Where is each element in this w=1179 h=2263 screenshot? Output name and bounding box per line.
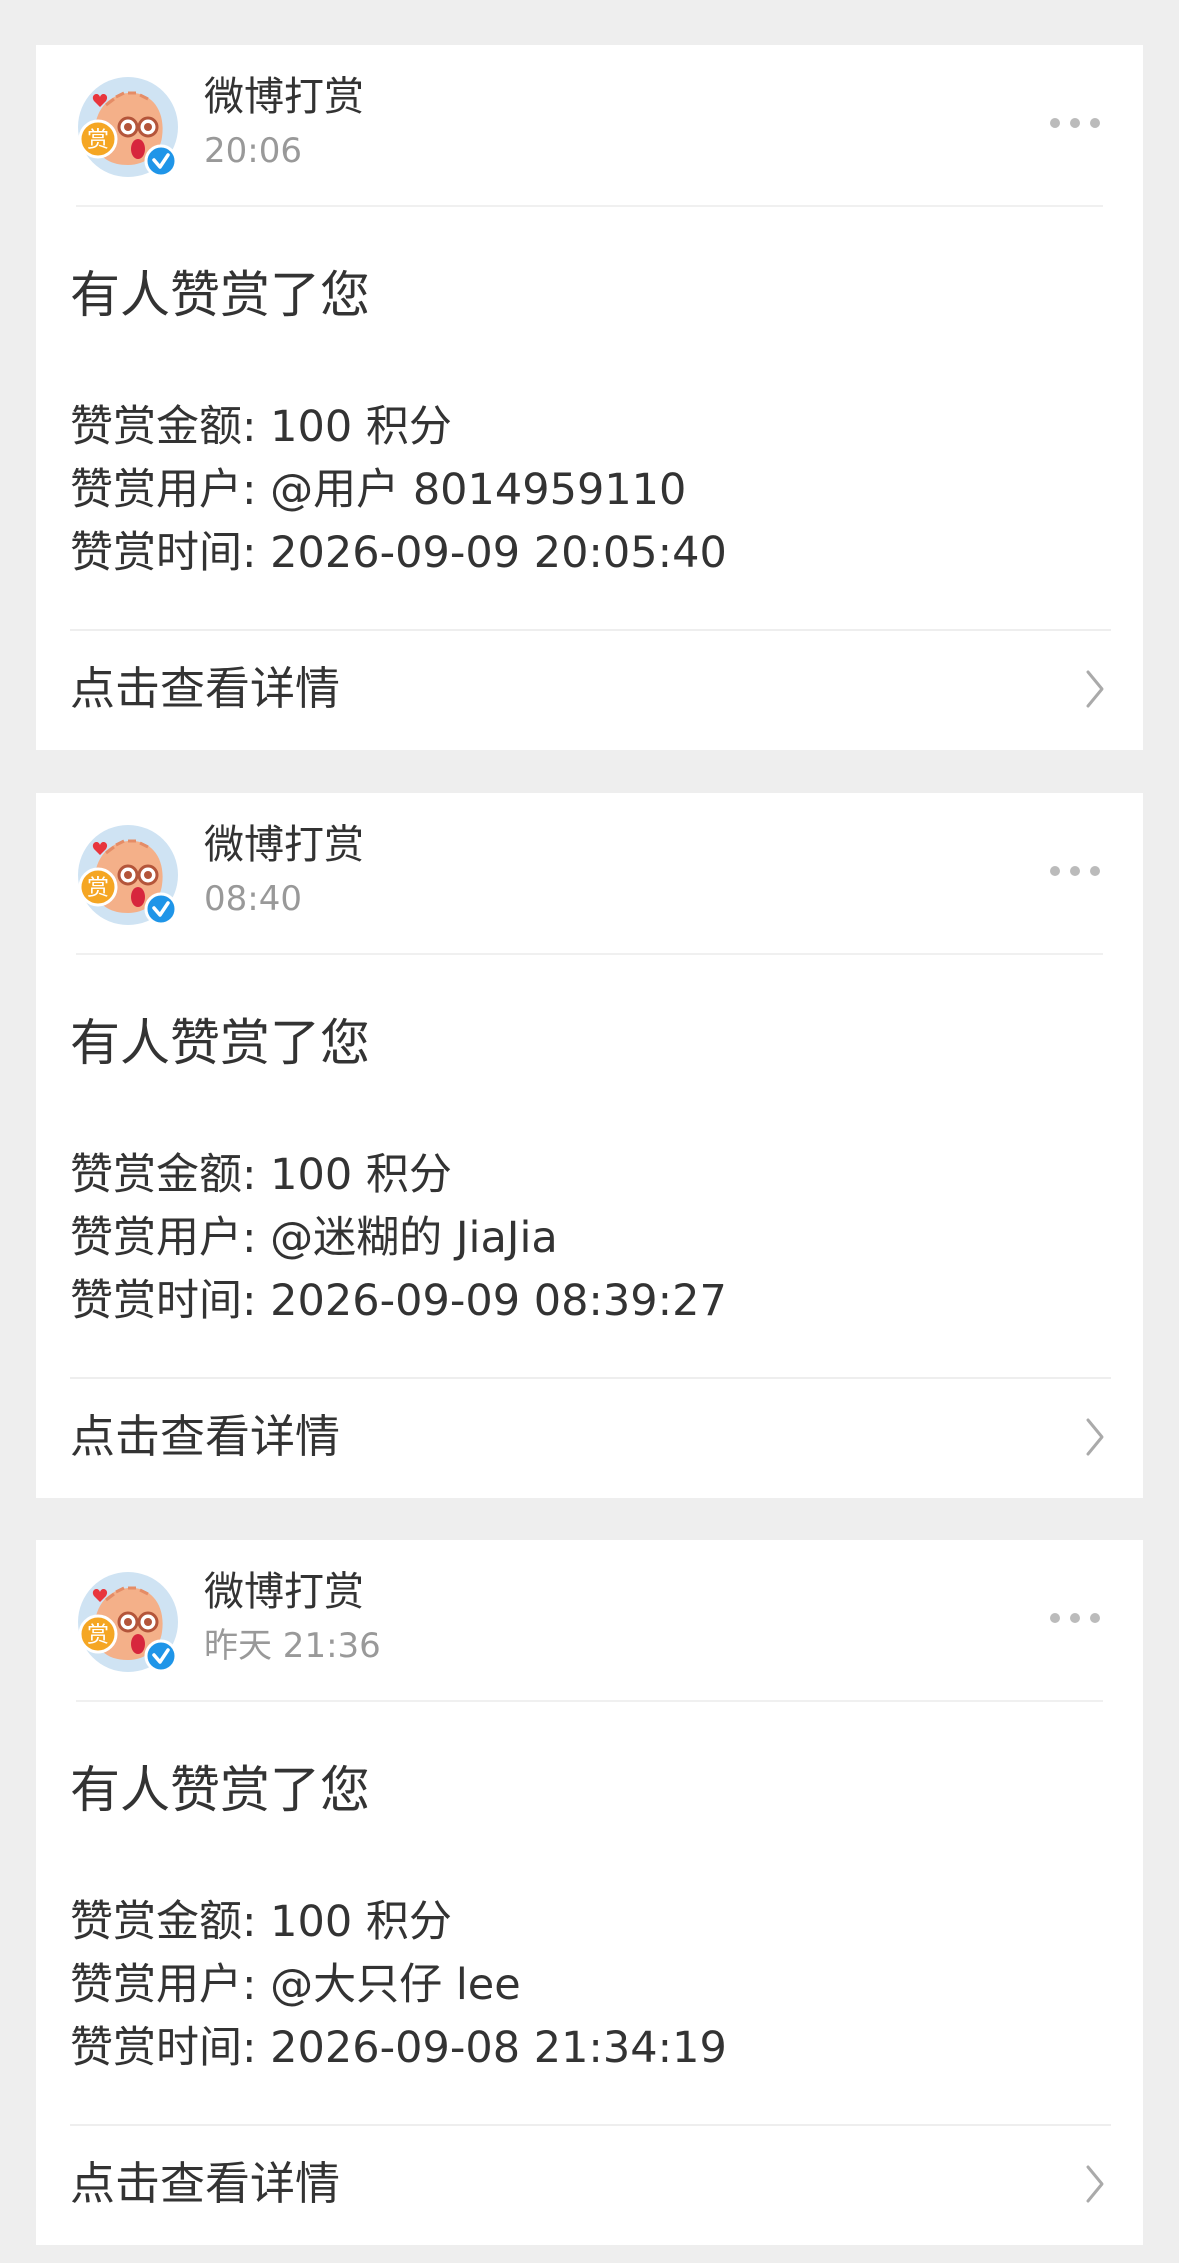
verified-badge-icon — [144, 892, 178, 926]
tip-time: 赞赏时间: 2026-09-09 08:39:27 — [70, 1276, 727, 1326]
sender-avatar[interactable]: 赏 — [76, 75, 180, 179]
more-dots-icon[interactable] — [1047, 1606, 1103, 1630]
notification-title: 有人赞赏了您 — [70, 1761, 370, 1819]
sender-name[interactable]: 微博打赏 — [204, 821, 364, 869]
header-divider — [76, 1700, 1103, 1702]
header-divider — [76, 953, 1103, 955]
notification-card: 赏 微博打赏 昨天 21:36 有人赞赏了您 赞赏金额: 100 积分 赞赏用户… — [36, 1540, 1143, 2245]
tip-mascot-avatar-icon: 赏 — [78, 77, 178, 178]
header-divider — [76, 205, 1103, 207]
view-details-link[interactable]: 点击查看详情 — [36, 1379, 1143, 1498]
chevron-right-icon — [1085, 1417, 1105, 1457]
view-details-link[interactable]: 点击查看详情 — [36, 2126, 1143, 2245]
notification-title: 有人赞赏了您 — [70, 266, 370, 324]
more-dots-icon[interactable] — [1047, 859, 1103, 883]
verified-badge-icon — [144, 1639, 178, 1673]
chevron-right-icon — [1085, 2164, 1105, 2204]
view-details-link[interactable]: 点击查看详情 — [36, 631, 1143, 750]
tip-amount: 赞赏金额: 100 积分 — [70, 1150, 452, 1200]
tip-amount: 赞赏金额: 100 积分 — [70, 402, 452, 452]
post-time: 08:40 — [204, 879, 302, 919]
sender-avatar[interactable]: 赏 — [76, 823, 180, 927]
avatar-badge-text: 赏 — [87, 876, 109, 901]
tip-mascot-avatar-icon: 赏 — [78, 1572, 178, 1673]
tip-amount: 赞赏金额: 100 积分 — [70, 1897, 452, 1947]
notification-card: 赏 微博打赏 20:06 有人赞赏了您 赞赏金额: 100 积分 赞赏用户: @… — [36, 45, 1143, 750]
view-details-label: 点击查看详情 — [70, 2157, 341, 2210]
post-time: 20:06 — [204, 131, 302, 171]
tip-user: 赞赏用户: @用户 8014959110 — [70, 465, 687, 515]
avatar-badge-text: 赏 — [87, 128, 109, 153]
tip-user: 赞赏用户: @迷糊的 JiaJia — [70, 1213, 558, 1263]
notification-card: 赏 微博打赏 08:40 有人赞赏了您 赞赏金额: 100 积分 赞赏用户: @… — [36, 793, 1143, 1498]
notification-title: 有人赞赏了您 — [70, 1014, 370, 1072]
tip-time: 赞赏时间: 2026-09-09 20:05:40 — [70, 528, 727, 578]
avatar-badge-text: 赏 — [87, 1623, 109, 1648]
tip-time: 赞赏时间: 2026-09-08 21:34:19 — [70, 2023, 727, 2073]
sender-name[interactable]: 微博打赏 — [204, 73, 364, 121]
sender-avatar[interactable]: 赏 — [76, 1570, 180, 1674]
more-dots-icon[interactable] — [1047, 111, 1103, 135]
view-details-label: 点击查看详情 — [70, 1410, 341, 1463]
tip-user: 赞赏用户: @大只仔 lee — [70, 1960, 521, 2010]
sender-name[interactable]: 微博打赏 — [204, 1568, 364, 1616]
notification-feed: 赏 微博打赏 20:06 有人赞赏了您 赞赏金额: 100 积分 赞赏用户: @… — [0, 0, 1179, 2263]
view-details-label: 点击查看详情 — [70, 662, 341, 715]
post-time: 昨天 21:36 — [204, 1626, 381, 1666]
tip-mascot-avatar-icon: 赏 — [78, 825, 178, 926]
verified-badge-icon — [144, 144, 178, 178]
chevron-right-icon — [1085, 669, 1105, 709]
